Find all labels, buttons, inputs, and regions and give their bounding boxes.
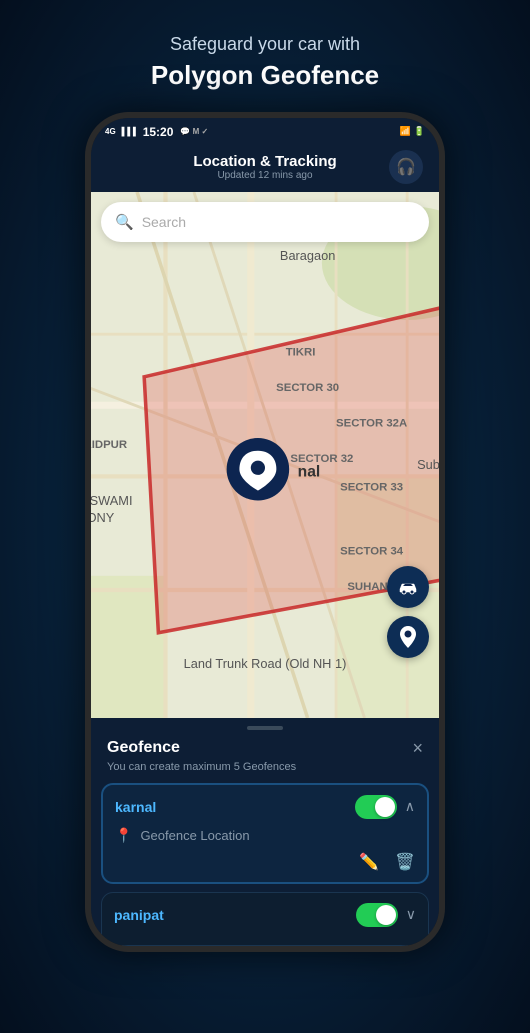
geofence-name-panipat: panipat	[114, 907, 164, 923]
header-subtitle: Safeguard your car with	[151, 32, 379, 57]
bottom-sheet-header: Geofence ×	[91, 734, 439, 761]
geofence-item-panipat: panipat ∨	[101, 892, 429, 946]
app-header-center: Location & Tracking Updated 12 mins ago	[193, 153, 336, 181]
phone-inner: 4G ▐▐▐ 15:20 💬 M ✓ 📶 🔋 Location & Tracki…	[91, 118, 439, 946]
svg-text:nal: nal	[298, 463, 321, 480]
status-right: 📶 🔋	[400, 126, 425, 137]
bottom-sheet: Geofence × You can create maximum 5 Geof…	[91, 718, 439, 946]
status-left: 4G ▐▐▐ 15:20 💬 M ✓	[105, 125, 208, 139]
close-button[interactable]: ×	[412, 738, 423, 759]
page-header: Safeguard your car with Polygon Geofence	[151, 32, 379, 94]
chevron-down-panipat[interactable]: ∨	[406, 906, 416, 923]
geofence-controls-panipat: ∨	[356, 903, 416, 927]
search-bar[interactable]: 🔍 Search	[101, 202, 429, 242]
search-placeholder: Search	[142, 214, 186, 230]
svg-text:COLONY: COLONY	[91, 509, 115, 524]
geofence-item-karnal: karnal ∧ 📍 Geofence Location ✏️ 🗑️	[101, 783, 429, 884]
geofence-item-header-panipat: panipat ∨	[114, 903, 416, 927]
signal-bars: ▐▐▐	[119, 127, 136, 136]
toggle-panipat[interactable]	[356, 903, 398, 927]
location-icon: 📍	[115, 827, 132, 844]
svg-text:SECTOR 33: SECTOR 33	[340, 481, 403, 493]
search-icon: 🔍	[115, 213, 134, 231]
svg-text:SECTOR 34: SECTOR 34	[340, 545, 404, 557]
geofence-name-karnal: karnal	[115, 799, 156, 815]
geofence-list: karnal ∧ 📍 Geofence Location ✏️ 🗑️	[91, 783, 439, 946]
geofence-actions: ✏️ 🗑️	[115, 852, 415, 872]
svg-text:Baragaon: Baragaon	[280, 248, 335, 263]
geofence-location-label: Geofence Location	[140, 828, 249, 843]
geofence-item-header-karnal: karnal ∧	[115, 795, 415, 819]
status-bar: 4G ▐▐▐ 15:20 💬 M ✓ 📶 🔋	[91, 118, 439, 146]
svg-text:SECTOR 30: SECTOR 30	[276, 382, 339, 394]
handle-bar	[247, 726, 283, 730]
svg-text:SAIDPUR: SAIDPUR	[91, 438, 127, 450]
geofence-subtitle: You can create maximum 5 Geofences	[91, 761, 439, 783]
pin-fab[interactable]	[387, 616, 429, 658]
bottom-sheet-handle	[91, 718, 439, 734]
battery-icon: 🔋	[414, 126, 425, 137]
headphone-icon: 🎧	[396, 157, 416, 177]
edit-icon[interactable]: ✏️	[359, 852, 379, 872]
svg-text:RADHA SWAMI: RADHA SWAMI	[91, 492, 133, 507]
delete-icon[interactable]: 🗑️	[395, 852, 415, 872]
signal-icon: 4G	[105, 127, 116, 136]
svg-text:SECTOR 32A: SECTOR 32A	[336, 417, 407, 429]
status-app-icons: 💬 M ✓	[180, 127, 208, 136]
map-fab-container	[387, 566, 429, 658]
toggle-karnal[interactable]	[355, 795, 397, 819]
app-header: Location & Tracking Updated 12 mins ago …	[91, 146, 439, 192]
svg-text:TIKRI: TIKRI	[286, 346, 316, 358]
svg-text:Land Trunk Road (Old NH 1): Land Trunk Road (Old NH 1)	[184, 656, 347, 671]
geofence-location-row: 📍 Geofence Location	[115, 827, 415, 844]
headphone-button[interactable]: 🎧	[389, 150, 423, 184]
geofence-title: Geofence	[107, 739, 180, 757]
wifi-icon: 📶	[400, 126, 411, 137]
phone-frame: 4G ▐▐▐ 15:20 💬 M ✓ 📶 🔋 Location & Tracki…	[85, 112, 445, 952]
app-subtitle: Updated 12 mins ago	[193, 170, 336, 181]
header-title: Polygon Geofence	[151, 57, 379, 93]
svg-text:Subhri: Subhri	[417, 457, 439, 472]
car-location-fab[interactable]	[387, 566, 429, 608]
map-container[interactable]: Baragaon TIKRI SECTOR 30 SECTOR 32A SECT…	[91, 192, 439, 718]
app-title: Location & Tracking	[193, 153, 336, 170]
chevron-up-karnal[interactable]: ∧	[405, 798, 415, 815]
geofence-controls-karnal: ∧	[355, 795, 415, 819]
status-time: 15:20	[143, 125, 174, 139]
